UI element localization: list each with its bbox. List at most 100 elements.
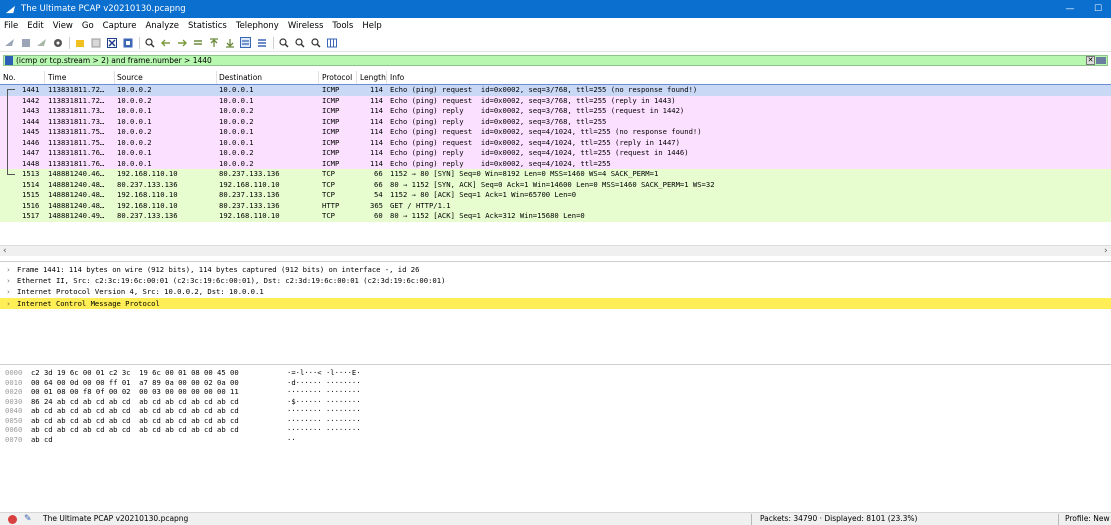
column-divider[interactable] [44, 71, 45, 85]
scroll-left-icon[interactable]: ‹ [3, 246, 7, 256]
hex-row[interactable]: 0040 ab cd ab cd ab cd ab cd ab cd ab cd… [5, 406, 361, 415]
packet-length: 114 [370, 127, 383, 136]
normal-size-icon[interactable] [310, 37, 321, 48]
capture-comment-icon[interactable]: ✎ [24, 513, 32, 525]
chevron-right-icon[interactable]: › [7, 286, 17, 297]
detail-tree-item[interactable]: › Ethernet II, Src: c2:3c:19:6c:00:01 (c2… [0, 275, 1111, 286]
hex-offset: 0030 [5, 396, 23, 406]
packet-source: 10.0.0.2 [117, 85, 152, 94]
menu-go[interactable]: Go [82, 21, 94, 31]
packet-row[interactable]: 1442 113831811.72… 10.0.0.2 10.0.0.1 ICM… [0, 95, 1111, 106]
resize-columns-icon[interactable] [326, 37, 337, 48]
packet-row[interactable]: 1514 148881240.48… 80.237.133.136 192.16… [0, 179, 1111, 190]
menu-edit[interactable]: Edit [27, 21, 43, 31]
chevron-right-icon[interactable]: › [7, 264, 17, 275]
go-to-packet-icon[interactable] [192, 37, 203, 48]
packet-row[interactable]: 1446 113831811.75… 10.0.0.2 10.0.0.1 ICM… [0, 137, 1111, 148]
column-divider[interactable] [216, 71, 217, 85]
save-icon[interactable] [90, 37, 101, 48]
col-header-length[interactable]: Length [360, 73, 386, 82]
restart-icon[interactable] [36, 37, 47, 48]
menu-help[interactable]: Help [362, 21, 381, 31]
packet-list: 1441 113831811.72… 10.0.0.2 10.0.0.1 ICM… [0, 84, 1111, 245]
hex-ascii: ·· [287, 434, 296, 444]
detail-tree-item[interactable]: › Internet Protocol Version 4, Src: 10.0.… [0, 286, 1111, 297]
packet-row[interactable]: 1515 148881240.48… 192.168.110.10 80.237… [0, 190, 1111, 201]
packet-destination: 10.0.0.1 [219, 85, 254, 94]
column-divider[interactable] [386, 71, 387, 85]
maximize-button[interactable]: ☐ [1084, 0, 1111, 18]
zoom-out-icon[interactable] [294, 37, 305, 48]
packet-protocol: ICMP [322, 85, 340, 94]
hex-row[interactable]: 0010 00 64 00 0d 00 00 ff 01 a7 89 0a 00… [5, 378, 361, 387]
col-header-info[interactable]: Info [390, 73, 404, 82]
packet-row[interactable]: 1441 113831811.72… 10.0.0.2 10.0.0.1 ICM… [0, 84, 1111, 97]
autoscroll-icon[interactable] [240, 37, 251, 48]
packet-row[interactable]: 1447 113831811.76… 10.0.0.1 10.0.0.2 ICM… [0, 148, 1111, 159]
first-packet-icon[interactable] [208, 37, 219, 48]
packet-no: 1448 [22, 158, 40, 168]
apply-filter-icon[interactable] [1096, 57, 1106, 64]
menu-statistics[interactable]: Statistics [188, 21, 227, 31]
menu-capture[interactable]: Capture [103, 21, 137, 31]
clear-filter-icon[interactable]: ✕ [1086, 56, 1095, 65]
menu-tools[interactable]: Tools [332, 21, 353, 31]
menu-wireless[interactable]: Wireless [288, 21, 324, 31]
detail-tree-item[interactable]: › Internet Control Message Protocol [0, 298, 1111, 309]
packet-row[interactable]: 1445 113831811.75… 10.0.0.2 10.0.0.1 ICM… [0, 127, 1111, 138]
close-file-icon[interactable] [106, 37, 117, 48]
hex-row[interactable]: 0050 ab cd ab cd ab cd ab cd ab cd ab cd… [5, 416, 361, 425]
wireshark-fin-icon [5, 5, 16, 13]
col-header-destination[interactable]: Destination [219, 73, 262, 82]
hex-row[interactable]: 0070 ab cd ·· [5, 435, 296, 444]
display-filter-input[interactable] [16, 56, 1066, 65]
find-packet-icon[interactable] [144, 37, 155, 48]
packet-no: 1442 [22, 95, 40, 105]
packet-row[interactable]: 1443 113831811.73… 10.0.0.1 10.0.0.2 ICM… [0, 106, 1111, 117]
packet-list-scrollbar[interactable]: ‹ › [0, 245, 1111, 256]
options-gear-icon[interactable] [52, 37, 63, 48]
scroll-right-icon[interactable]: › [1104, 246, 1108, 256]
col-header-time[interactable]: Time [48, 73, 66, 82]
packet-row[interactable]: 1448 113831811.76… 10.0.0.1 10.0.0.2 ICM… [0, 158, 1111, 169]
packet-row[interactable]: 1444 113831811.73… 10.0.0.1 10.0.0.2 ICM… [0, 116, 1111, 127]
menu-telephony[interactable]: Telephony [236, 21, 279, 31]
hex-row[interactable]: 0020 00 01 08 00 f8 0f 00 02 00 03 00 00… [5, 387, 361, 396]
go-forward-icon[interactable] [176, 37, 187, 48]
status-profile[interactable]: Profile: New ( [1065, 513, 1111, 525]
menu-analyze[interactable]: Analyze [145, 21, 179, 31]
chevron-right-icon[interactable]: › [7, 298, 17, 309]
filter-bookmark-icon[interactable] [5, 56, 13, 65]
open-folder-icon[interactable] [74, 37, 85, 48]
minimize-button[interactable]: — [1056, 0, 1084, 18]
hex-row[interactable]: 0030 86 24 ab cd ab cd ab cd ab cd ab cd… [5, 396, 361, 406]
menu-view[interactable]: View [53, 21, 73, 31]
packet-no: 1443 [22, 106, 40, 115]
column-divider[interactable] [356, 71, 357, 85]
expert-info-icon[interactable] [8, 515, 17, 524]
menu-file[interactable]: File [4, 21, 18, 31]
packet-source: 10.0.0.1 [117, 148, 152, 157]
chevron-right-icon[interactable]: › [7, 275, 17, 286]
zoom-in-icon[interactable] [278, 37, 289, 48]
colorize-icon[interactable] [256, 37, 267, 48]
stop-icon[interactable] [20, 37, 31, 48]
packet-row[interactable]: 1516 148881240.48… 192.168.110.10 80.237… [0, 200, 1111, 211]
packet-row[interactable]: 1517 148881240.49… 80.237.133.136 192.16… [0, 211, 1111, 222]
hex-offset: 0060 [5, 425, 23, 434]
col-header-source[interactable]: Source [117, 73, 143, 82]
packet-row[interactable]: 1513 148881240.46… 192.168.110.10 80.237… [0, 169, 1111, 180]
col-header-no[interactable]: No. [3, 73, 15, 82]
detail-tree-item[interactable]: › Frame 1441: 114 bytes on wire (912 bits… [0, 264, 1111, 275]
hex-row[interactable]: 0060 ab cd ab cd ab cd ab cd ab cd ab cd… [5, 425, 361, 434]
last-packet-icon[interactable] [224, 37, 235, 48]
status-packet-stats: Packets: 34790 · Displayed: 8101 (23.3%) [760, 514, 918, 523]
col-header-protocol[interactable]: Protocol [322, 73, 352, 82]
reload-icon[interactable] [122, 37, 133, 48]
column-divider[interactable] [318, 71, 319, 85]
column-divider[interactable] [114, 71, 115, 85]
status-divider [751, 514, 752, 525]
shark-fin-start-icon[interactable] [4, 37, 15, 48]
go-back-icon[interactable] [160, 37, 171, 48]
hex-row[interactable]: 0000 c2 3d 19 6c 00 01 c2 3c 19 6c 00 01… [5, 368, 361, 377]
